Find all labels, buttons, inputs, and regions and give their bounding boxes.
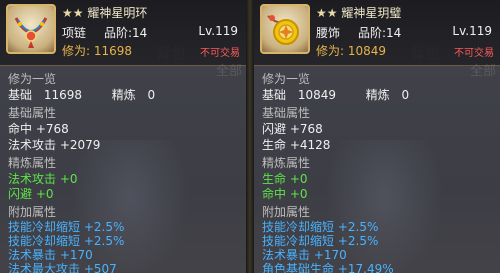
necklace-item-icon [6,4,56,54]
base-label: 基础 [8,88,33,102]
item-type: 项链 [62,26,87,40]
refine-label: 精炼 [111,88,136,102]
item-name: 耀神星明环 [87,6,148,20]
refine-attr: 命中 +0 [262,187,308,201]
overview-title: 修为一览 [262,72,311,86]
star-rating: ★★ [316,6,338,20]
base-label: 基础 [262,88,287,102]
refine-value: 0 [401,88,410,102]
item-title: ★★ 耀神星明环 [62,4,147,21]
item-title: ★★ 耀神星玥璧 [316,4,401,21]
refine-attr-title: 精炼属性 [262,156,311,170]
base-value: 10849 [297,88,337,102]
overview-values: 基础 10849 精炼 0 [262,86,409,103]
star-rating: ★★ [62,6,84,20]
background-all-tab: 全部 [469,64,496,79]
item-header: ★★ 耀神星明环 项链 品阶:14 Lv.119 修为: 11698 不可交易 [0,0,246,66]
refine-attr: 闪避 +0 [8,187,54,201]
waist-ornament-item-icon [260,4,310,54]
power-label: 修为: [316,44,345,58]
refine-value: 0 [147,88,156,102]
item-tooltip-necklace: 背包 ★★ 耀神星明环 项链 品阶:14 Lv.119 修为: 11698 不可… [0,0,246,273]
power-label: 修为: [62,44,91,58]
basic-attr: 闪避 +768 [262,122,323,136]
item-grade: 品阶:14 [104,26,148,40]
basic-attr: 法术攻击 +2079 [8,138,101,152]
extra-attr: 角色基础生命 +17.49% [262,262,394,273]
item-grade: 品阶:14 [358,26,402,40]
refine-attr-title: 精炼属性 [8,156,57,170]
power-value: 10849 [347,44,387,58]
power-value: 11698 [93,44,133,58]
basic-attr-title: 基础属性 [262,106,311,120]
background-all-tab: 全部 [215,64,242,79]
untradeable-badge: 不可交易 [454,48,494,59]
overview-values: 基础 11698 精炼 0 [8,86,155,103]
panel-divider [246,0,254,273]
overview-title: 修为一览 [8,72,57,86]
item-tooltip-waist: 背包 ★★ 耀神星玥璧 腰饰 品阶:14 Lv.119 修为: 10849 不可… [254,0,500,273]
base-value: 11698 [43,88,83,102]
item-name: 耀神星玥璧 [341,6,402,20]
basic-attr: 命中 +768 [8,122,69,136]
basic-attr-title: 基础属性 [8,106,57,120]
refine-label: 精炼 [365,88,390,102]
item-power: 修为: 10849 [316,42,386,59]
item-level: Lv.119 [198,24,238,38]
basic-attr: 生命 +4128 [262,138,331,152]
item-power: 修为: 11698 [62,42,132,59]
item-type: 腰饰 [316,26,341,40]
item-header: ★★ 耀神星玥璧 腰饰 品阶:14 Lv.119 修为: 10849 不可交易 [254,0,500,66]
extra-attr: 法术最大攻击 +507 [8,262,117,273]
item-level: Lv.119 [452,24,492,38]
untradeable-badge: 不可交易 [200,48,240,59]
